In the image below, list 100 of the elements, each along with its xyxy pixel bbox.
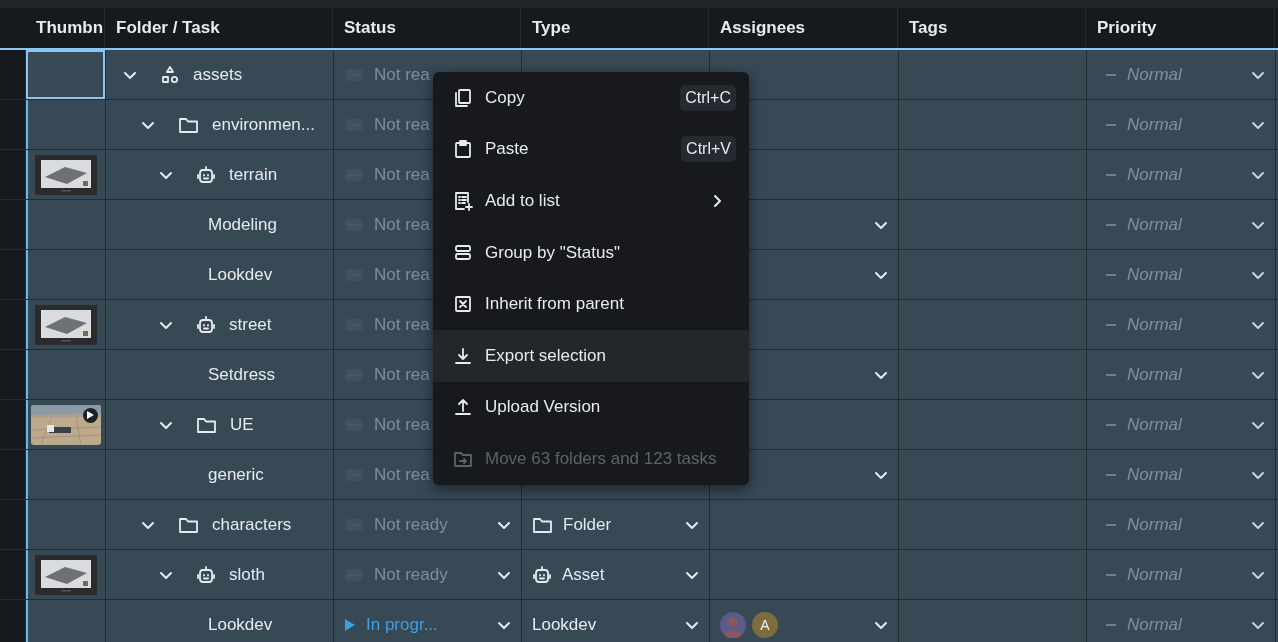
folder-name: sloth [229, 564, 265, 585]
thumbnail-cell[interactable] [26, 450, 105, 499]
row-gutter [0, 300, 25, 349]
table-cell[interactable]: terrain [106, 150, 333, 199]
folder-name: terrain [229, 164, 278, 185]
priority-label: Normal [1127, 114, 1183, 135]
thumbnail-cell[interactable] [26, 200, 105, 249]
table-cell[interactable] [899, 450, 1086, 499]
folder-name: Setdress [208, 364, 276, 385]
table-cell[interactable]: environmen... [106, 100, 333, 149]
folder-name: UE [230, 414, 254, 435]
table-cell[interactable] [899, 300, 1086, 349]
upload-icon [453, 397, 473, 418]
table-cell[interactable] [899, 100, 1086, 149]
list-add-icon [453, 191, 473, 211]
dash-icon [1105, 72, 1117, 77]
status-label: Not ready [374, 514, 449, 535]
user-avatar: A [752, 611, 778, 638]
table-cell[interactable]: A [710, 600, 898, 642]
dash-icon [1105, 372, 1117, 377]
table-cell[interactable]: Lookdev [106, 250, 333, 299]
thumbnail-cell[interactable] [26, 600, 105, 642]
table-cell[interactable] [710, 550, 898, 599]
row-gutter [0, 350, 25, 399]
status-label: Not rea [374, 264, 431, 285]
row-gutter [0, 500, 25, 549]
shortcut-label: Ctrl+V [681, 136, 736, 163]
table-cell[interactable]: Lookdev [106, 600, 333, 642]
thumbnail-cell[interactable] [26, 500, 105, 549]
dash-icon [1105, 222, 1117, 227]
thumbnail-cell[interactable] [26, 400, 105, 449]
row-gutter [0, 100, 25, 149]
thumbnail-cell[interactable] [26, 550, 105, 599]
thumbnail-cell[interactable] [26, 100, 105, 149]
copy-icon [453, 87, 473, 108]
dash-icon [1105, 322, 1117, 327]
table-cell[interactable] [899, 350, 1086, 399]
folder-name: Lookdev [208, 614, 273, 635]
priority-label: Normal [1127, 264, 1183, 285]
folder-name: characters [212, 514, 292, 535]
status-label: Not ready [374, 564, 449, 585]
priority-label: Normal [1127, 614, 1183, 635]
folder-name: street [229, 314, 272, 335]
shortcut-label: Ctrl+C [680, 84, 736, 111]
table-cell[interactable] [899, 150, 1086, 199]
status-label: Not rea [374, 464, 431, 485]
table-cell[interactable] [899, 250, 1086, 299]
dash-icon [1105, 272, 1117, 277]
thumbnail-cell[interactable] [26, 50, 105, 99]
table-cell[interactable]: Modeling [106, 200, 333, 249]
row-gutter [0, 150, 25, 199]
folder-name: assets [193, 64, 243, 85]
status-label: Not rea [374, 164, 431, 185]
table-cell[interactable]: street [106, 300, 333, 349]
menu-item[interactable]: Export selection [433, 329, 749, 382]
table-cell[interactable]: Lookdev [522, 600, 709, 642]
priority-label: Normal [1127, 64, 1183, 85]
table-cell[interactable]: Setdress [106, 350, 333, 399]
table-cell[interactable] [899, 200, 1086, 249]
thumbnail-cell[interactable] [26, 250, 105, 299]
row-gutter [0, 450, 25, 499]
dash-icon [1105, 122, 1117, 127]
table-cell[interactable] [899, 500, 1086, 549]
thumbnail-cell[interactable] [26, 350, 105, 399]
table-cell[interactable]: assets [106, 50, 333, 99]
row-gutter [0, 200, 25, 249]
status-label: Not rea [374, 314, 431, 335]
play-icon [344, 617, 356, 632]
row-gutter [0, 550, 25, 599]
download-icon [453, 345, 473, 366]
table-cell[interactable]: sloth [106, 550, 333, 599]
table-cell[interactable] [899, 600, 1086, 642]
dash-icon [1105, 572, 1117, 577]
folder-name: Modeling [208, 214, 277, 235]
row-gutter [0, 400, 25, 449]
priority-label: Normal [1127, 214, 1183, 235]
folder-icon [178, 515, 199, 534]
status-label: In progr... [366, 614, 439, 635]
robot-icon [196, 564, 216, 585]
priority-label: Normal [1127, 364, 1183, 385]
table-cell[interactable] [899, 400, 1086, 449]
table-cell[interactable]: Folder [522, 500, 709, 549]
thumbnail-cell[interactable] [26, 300, 105, 349]
priority-label: Normal [1127, 464, 1183, 485]
folder-icon [532, 515, 553, 534]
dash-icon [1105, 472, 1117, 477]
folder-name: environmen... [212, 114, 315, 135]
status-label: Not rea [374, 214, 431, 235]
type-label: Lookdev [532, 614, 598, 635]
dash-icon [1105, 522, 1117, 527]
table-cell[interactable]: generic [106, 450, 333, 499]
robot-icon [196, 314, 216, 335]
table-cell[interactable]: Asset [522, 550, 709, 599]
table-cell[interactable]: characters [106, 500, 333, 549]
robot-icon [196, 164, 216, 185]
table-cell[interactable]: UE [106, 400, 333, 449]
thumbnail-cell[interactable] [26, 150, 105, 199]
table-cell[interactable] [710, 500, 898, 549]
table-cell[interactable] [899, 50, 1086, 99]
table-cell[interactable] [899, 550, 1086, 599]
